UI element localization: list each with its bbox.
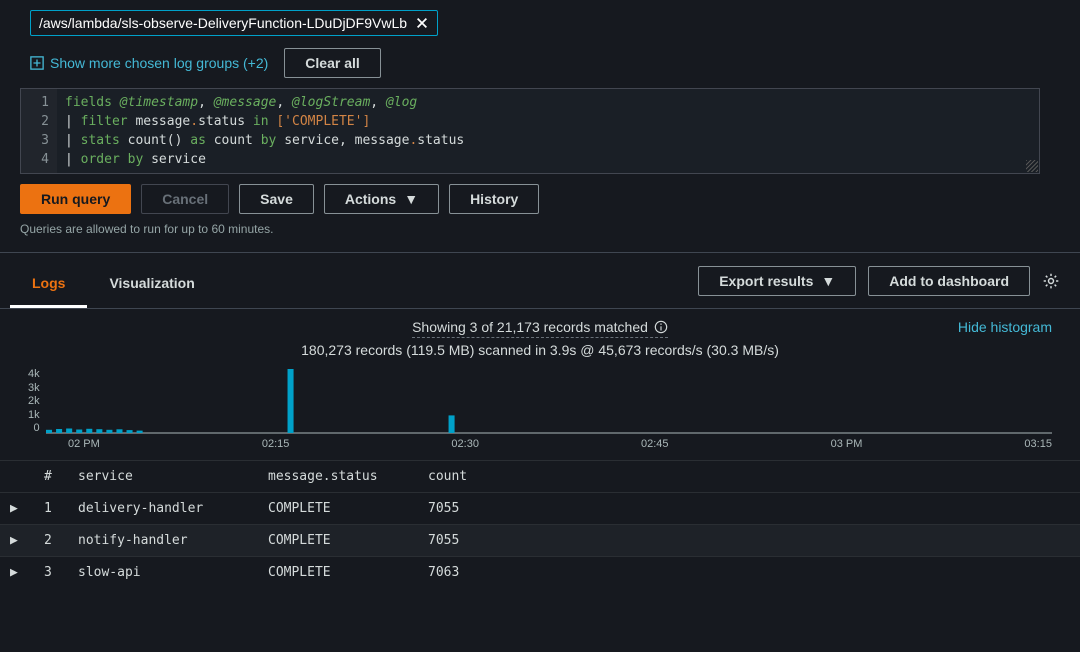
gear-icon[interactable] <box>1042 272 1060 290</box>
summary-matched: Showing 3 of 21,173 records matched <box>412 319 648 335</box>
cell-service: delivery-handler <box>68 493 258 525</box>
actions-button[interactable]: Actions▼ <box>324 184 439 214</box>
col-message-status[interactable]: message.status <box>258 461 418 493</box>
history-button[interactable]: History <box>449 184 539 214</box>
histogram-y-axis: 4k 3k 2k 1k 0 <box>28 368 46 434</box>
col-index[interactable]: # <box>34 461 68 493</box>
col-count[interactable]: count <box>418 461 1080 493</box>
export-results-button[interactable]: Export results▼ <box>698 266 856 296</box>
cell-status: COMPLETE <box>258 493 418 525</box>
results-summary: Showing 3 of 21,173 records matched 180,… <box>0 309 1080 362</box>
clear-all-button[interactable]: Clear all <box>284 48 380 78</box>
close-icon[interactable] <box>415 16 429 30</box>
histogram-bars[interactable] <box>46 368 1052 434</box>
resize-handle-icon[interactable] <box>1026 160 1038 172</box>
cell-index: 2 <box>34 525 68 557</box>
editor-code[interactable]: fields @timestamp, @message, @logStream,… <box>57 89 472 173</box>
tab-visualization[interactable]: Visualization <box>87 261 216 308</box>
show-more-label: Show more chosen log groups (+2) <box>50 55 268 71</box>
cell-count: 7063 <box>418 557 1080 589</box>
cell-index: 3 <box>34 557 68 589</box>
results-tabs: Logs Visualization <box>10 261 217 308</box>
tab-logs[interactable]: Logs <box>10 261 87 308</box>
log-group-chip-label: /aws/lambda/sls-observe-DeliveryFunction… <box>39 15 415 31</box>
show-more-log-groups-link[interactable]: Show more chosen log groups (+2) <box>30 55 268 71</box>
run-query-button[interactable]: Run query <box>20 184 131 214</box>
results-table: # service message.status count ▶ 1deliver… <box>0 460 1080 588</box>
table-row[interactable]: ▶ 1delivery-handlerCOMPLETE7055 <box>0 493 1080 525</box>
hide-histogram-link[interactable]: Hide histogram <box>958 319 1052 335</box>
caret-down-icon: ▼ <box>404 191 418 207</box>
expand-row-icon[interactable]: ▶ <box>10 565 18 580</box>
col-service[interactable]: service <box>68 461 258 493</box>
save-button[interactable]: Save <box>239 184 314 214</box>
cell-index: 1 <box>34 493 68 525</box>
cell-service: slow-api <box>68 557 258 589</box>
cell-status: COMPLETE <box>258 525 418 557</box>
plus-box-icon <box>30 56 44 70</box>
query-editor[interactable]: 1234 fields @timestamp, @message, @logSt… <box>20 88 1040 174</box>
query-hint: Queries are allowed to run for up to 60 … <box>20 222 1060 236</box>
expand-row-icon[interactable]: ▶ <box>10 533 18 548</box>
cell-service: notify-handler <box>68 525 258 557</box>
summary-scanned: 180,273 records (119.5 MB) scanned in 3.… <box>0 342 1080 358</box>
cell-count: 7055 <box>418 525 1080 557</box>
add-to-dashboard-button[interactable]: Add to dashboard <box>868 266 1030 296</box>
cancel-button: Cancel <box>141 184 229 214</box>
editor-gutter: 1234 <box>21 89 57 173</box>
caret-down-icon: ▼ <box>821 273 835 289</box>
table-header-row: # service message.status count <box>0 461 1080 493</box>
log-group-chip[interactable]: /aws/lambda/sls-observe-DeliveryFunction… <box>30 10 438 36</box>
table-row[interactable]: ▶ 2notify-handlerCOMPLETE7055 <box>0 525 1080 557</box>
info-icon[interactable] <box>654 320 668 334</box>
histogram: 4k 3k 2k 1k 0 02 PM 02:15 02:30 02:45 03… <box>0 362 1080 460</box>
expand-row-icon[interactable]: ▶ <box>10 501 18 516</box>
cell-status: COMPLETE <box>258 557 418 589</box>
cell-count: 7055 <box>418 493 1080 525</box>
table-row[interactable]: ▶ 3slow-apiCOMPLETE7063 <box>0 557 1080 589</box>
histogram-x-axis: 02 PM 02:15 02:30 02:45 03 PM 03:15 <box>28 434 1052 460</box>
